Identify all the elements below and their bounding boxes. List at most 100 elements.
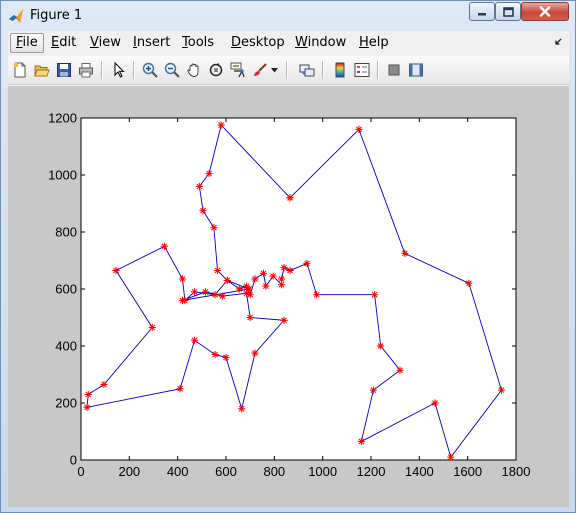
city-marker — [100, 380, 108, 389]
zoom-out-icon — [164, 62, 180, 78]
open-file-button[interactable] — [32, 60, 52, 80]
x-tick-label: 600 — [215, 464, 237, 479]
y-tick-label: 800 — [55, 225, 77, 240]
figure-client: File Edit View Insert Tools Desktop Wind… — [8, 31, 569, 507]
figure-canvas[interactable]: 0 200 400 600 800 1000 1200 1400 1600 1800 0 200 400… — [8, 86, 569, 507]
menu-insert[interactable]: Insert — [128, 33, 175, 53]
city-marker — [213, 266, 222, 275]
city-marker — [201, 288, 210, 296]
city-marker — [286, 266, 294, 275]
x-tick-label: 1200 — [357, 464, 386, 479]
city-marker — [112, 266, 120, 275]
city-marker — [84, 390, 92, 399]
city-marker — [223, 276, 231, 285]
menu-edit[interactable]: Edit — [46, 33, 81, 53]
maximize-button[interactable] — [495, 2, 521, 21]
y-tick-label: 0 — [70, 453, 77, 468]
city-marker — [190, 336, 199, 344]
menu-view[interactable]: View — [85, 33, 126, 53]
new-figure-icon — [13, 62, 26, 78]
minimize-button[interactable] — [469, 2, 495, 21]
menu-file[interactable]: File — [10, 33, 44, 53]
brush-icon — [254, 63, 267, 76]
city-marker — [369, 386, 378, 394]
city-marker — [210, 224, 218, 232]
data-cursor-button[interactable] — [228, 60, 248, 80]
city-marker — [83, 403, 91, 411]
link-plot-button[interactable] — [297, 60, 317, 80]
title-bar[interactable]: Figure 1 — [1, 1, 575, 31]
hide-plot-tools-icon — [388, 64, 400, 76]
window-title: Figure 1 — [30, 8, 83, 23]
pan-button[interactable] — [184, 60, 204, 80]
city-marker — [286, 194, 294, 202]
city-marker — [401, 249, 409, 257]
zoom-in-button[interactable] — [140, 60, 160, 80]
open-file-icon — [34, 65, 50, 77]
brush-dropdown[interactable] — [269, 60, 279, 80]
y-tick-label: 600 — [55, 282, 77, 297]
city-marker — [303, 259, 311, 267]
toolbar-separator — [377, 61, 379, 79]
city-marker — [148, 323, 156, 332]
figure-toolbar — [8, 56, 569, 85]
close-button[interactable] — [521, 2, 569, 21]
edit-plot-button[interactable] — [109, 60, 129, 80]
city-marker — [205, 169, 213, 178]
menu-window[interactable]: Window — [290, 33, 351, 53]
show-plot-tools-button[interactable] — [406, 60, 426, 80]
minimize-icon — [478, 12, 486, 15]
print-figure-button[interactable] — [76, 60, 96, 80]
insert-colorbar-button[interactable] — [330, 60, 350, 80]
maximize-icon — [502, 6, 514, 17]
print-figure-icon — [79, 63, 93, 78]
x-tick-label: 400 — [167, 464, 189, 479]
y-tick-label: 200 — [55, 396, 77, 411]
pan-icon — [187, 63, 199, 77]
rotate-3d-icon — [209, 63, 223, 77]
city-marker — [238, 405, 246, 413]
rotate-3d-button[interactable] — [206, 60, 226, 80]
brush-button[interactable] — [250, 60, 270, 80]
y-tick-label: 1200 — [48, 111, 77, 126]
insert-legend-icon — [354, 63, 370, 77]
x-tick-label: 1800 — [502, 464, 531, 479]
city-marker — [222, 353, 230, 361]
city-marker — [195, 182, 204, 190]
menu-tools[interactable]: Tools — [177, 33, 219, 53]
city-marker — [355, 125, 363, 133]
zoom-out-button[interactable] — [162, 60, 182, 80]
x-tick-label: 1600 — [453, 464, 482, 479]
city-marker — [160, 242, 168, 250]
x-tick-label: 1000 — [308, 464, 337, 479]
dock-figure-icon[interactable] — [554, 38, 562, 46]
axes[interactable]: 0 200 400 600 800 1000 1200 1400 1600 1800 0 200 400… — [8, 86, 569, 507]
new-figure-button[interactable] — [10, 60, 30, 80]
x-tick-label: 200 — [118, 464, 140, 479]
menu-help[interactable]: Help — [354, 33, 394, 53]
close-icon — [539, 6, 551, 17]
y-tick-label: 400 — [55, 339, 77, 354]
toolbar-separator — [322, 61, 324, 79]
city-marker — [211, 350, 219, 359]
figure-window: Figure 1 File Edit View Insert Tools Des… — [0, 0, 576, 513]
link-plot-icon — [299, 64, 315, 77]
menu-desktop[interactable]: Desktop — [226, 33, 290, 53]
toolbar-separator — [101, 61, 103, 79]
axes-box[interactable] — [80, 117, 517, 461]
matlab-logo-icon — [8, 8, 24, 24]
city-marker — [357, 437, 365, 446]
insert-legend-button[interactable] — [352, 60, 372, 80]
save-figure-button[interactable] — [54, 60, 74, 80]
hide-plot-tools-button[interactable] — [384, 60, 404, 80]
toolbar-separator — [133, 61, 135, 79]
insert-colorbar-icon — [335, 62, 345, 78]
zoom-in-icon — [142, 62, 158, 78]
save-figure-icon — [57, 63, 71, 77]
chevron-down-icon — [270, 67, 278, 72]
edit-plot-icon — [114, 62, 125, 78]
city-marker — [211, 291, 219, 299]
city-marker — [178, 296, 187, 304]
show-plot-tools-icon — [409, 63, 423, 77]
city-marker — [178, 275, 187, 283]
